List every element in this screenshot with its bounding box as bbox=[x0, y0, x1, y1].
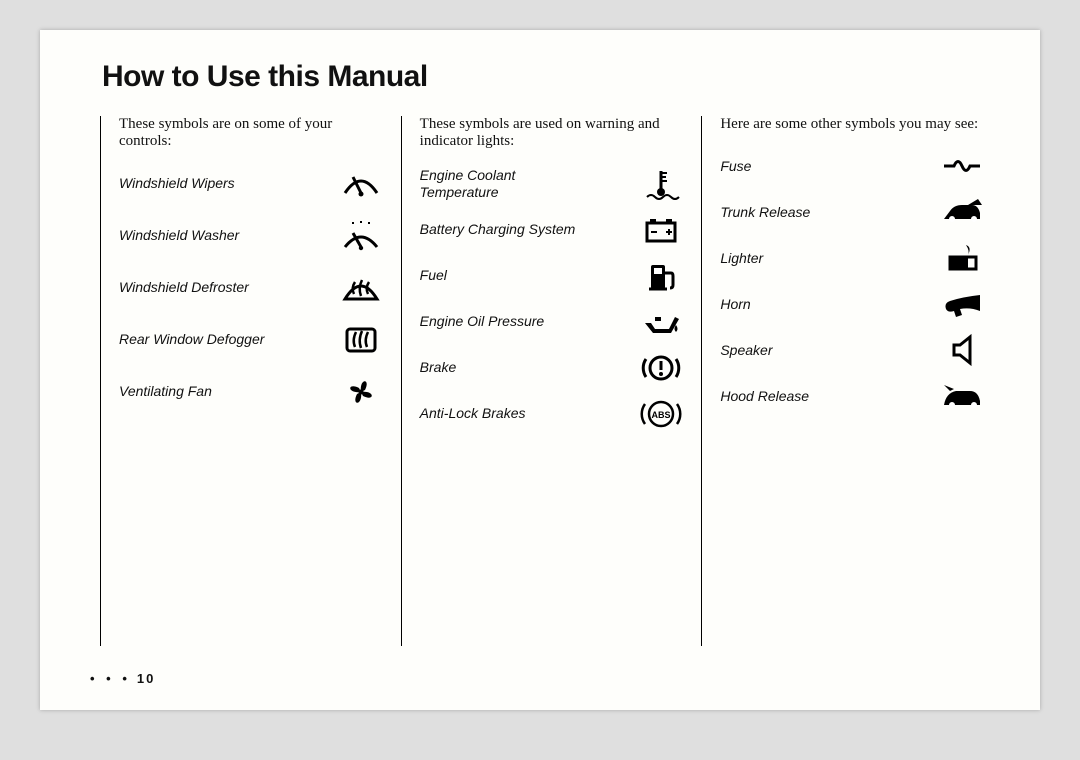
washer-icon bbox=[339, 219, 383, 253]
battery-icon bbox=[639, 213, 683, 247]
list-item: Fuse bbox=[720, 149, 984, 183]
symbol-label: Trunk Release bbox=[720, 204, 810, 220]
list-item: Ventilating Fan bbox=[119, 375, 383, 409]
list-item: Fuel bbox=[420, 259, 684, 293]
symbol-label: Windshield Wipers bbox=[119, 175, 235, 191]
brake-icon bbox=[639, 351, 683, 385]
symbol-label: Hood Release bbox=[720, 388, 809, 404]
symbol-label: Speaker bbox=[720, 342, 772, 358]
page-number: • • •10 bbox=[90, 671, 155, 686]
symbol-label: Rear Window Defogger bbox=[119, 331, 264, 347]
symbol-label: Brake bbox=[420, 359, 457, 375]
column-warning-lights: These symbols are used on warning and in… bbox=[401, 116, 702, 646]
list-item: Brake bbox=[420, 351, 684, 385]
svg-text:ABS: ABS bbox=[652, 410, 671, 420]
defroster-icon bbox=[339, 271, 383, 305]
symbol-label: Engine Oil Pressure bbox=[420, 313, 545, 329]
coolant-temp-icon bbox=[639, 167, 683, 201]
list-item: Trunk Release bbox=[720, 195, 984, 229]
symbol-label: Engine Coolant Temperature bbox=[420, 167, 590, 199]
symbol-label: Anti-Lock Brakes bbox=[420, 405, 526, 421]
symbol-label: Fuel bbox=[420, 267, 447, 283]
list-item: Engine Coolant Temperature bbox=[420, 167, 684, 201]
list-item: Windshield Defroster bbox=[119, 271, 383, 305]
column-other-symbols: Here are some other symbols you may see:… bbox=[701, 116, 990, 646]
fan-icon bbox=[339, 375, 383, 409]
list-item: Battery Charging System bbox=[420, 213, 684, 247]
list-item: Hood Release bbox=[720, 379, 984, 413]
wiper-icon bbox=[339, 167, 383, 201]
symbol-label: Fuse bbox=[720, 158, 751, 174]
column-intro: These symbols are used on warning and in… bbox=[420, 116, 684, 151]
column-controls: These symbols are on some of your contro… bbox=[100, 116, 401, 646]
symbol-label: Windshield Washer bbox=[119, 227, 239, 243]
symbol-label: Lighter bbox=[720, 250, 763, 266]
content-columns: These symbols are on some of your contro… bbox=[100, 116, 990, 646]
symbol-label: Ventilating Fan bbox=[119, 383, 212, 399]
hood-release-icon bbox=[940, 379, 984, 413]
symbol-label: Horn bbox=[720, 296, 750, 312]
list-item: Windshield Wipers bbox=[119, 167, 383, 201]
abs-icon: ABS bbox=[639, 397, 683, 431]
trunk-release-icon bbox=[940, 195, 984, 229]
lighter-icon bbox=[940, 241, 984, 275]
list-item: Rear Window Defogger bbox=[119, 323, 383, 357]
list-item: Horn bbox=[720, 287, 984, 321]
fuse-icon bbox=[940, 149, 984, 183]
symbol-label: Battery Charging System bbox=[420, 221, 576, 237]
speaker-icon bbox=[940, 333, 984, 367]
page-title: How to Use this Manual bbox=[102, 60, 990, 94]
horn-icon bbox=[940, 287, 984, 321]
list-item: Lighter bbox=[720, 241, 984, 275]
list-item: Speaker bbox=[720, 333, 984, 367]
symbol-label: Windshield Defroster bbox=[119, 279, 249, 295]
list-item: Anti-Lock Brakes ABS bbox=[420, 397, 684, 431]
column-intro: Here are some other symbols you may see: bbox=[720, 116, 984, 133]
manual-page: How to Use this Manual These symbols are… bbox=[40, 30, 1040, 710]
column-intro: These symbols are on some of your contro… bbox=[119, 116, 383, 151]
list-item: Windshield Washer bbox=[119, 219, 383, 253]
list-item: Engine Oil Pressure bbox=[420, 305, 684, 339]
fuel-icon bbox=[639, 259, 683, 293]
oil-icon bbox=[639, 305, 683, 339]
rear-defogger-icon bbox=[339, 323, 383, 357]
